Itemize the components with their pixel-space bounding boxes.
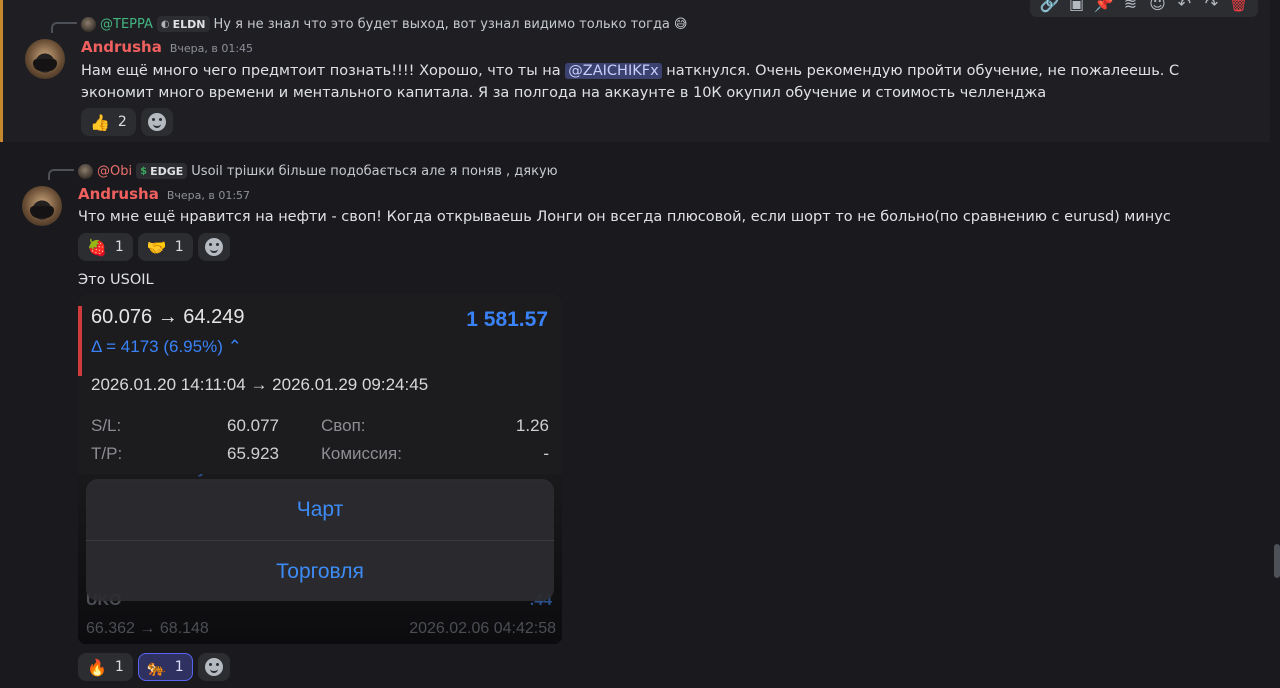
attachment-reactions-bar: 🔥 1 🐅 1 bbox=[78, 653, 230, 681]
reaction-handshake[interactable]: 🤝 1 bbox=[137, 233, 193, 261]
guild-tag[interactable]: $ EDGE bbox=[136, 163, 188, 179]
user-mention[interactable]: @ZAICHIKFx bbox=[565, 63, 662, 79]
handshake-emoji: 🤝 bbox=[146, 237, 167, 257]
link-icon[interactable]: 🔗 bbox=[1039, 0, 1061, 15]
swap-value: 1.26 bbox=[515, 416, 549, 435]
add-reaction-button[interactable] bbox=[140, 108, 173, 136]
reply-username[interactable]: @TEPPA bbox=[100, 17, 153, 32]
add-reaction-icon[interactable]: ☺ bbox=[1147, 0, 1169, 15]
add-reaction-icon bbox=[204, 238, 223, 256]
pin-icon[interactable]: 📌 bbox=[1093, 0, 1115, 15]
timestamp[interactable]: Вчера, в 01:57 bbox=[167, 189, 250, 202]
author-name[interactable]: Andrusha bbox=[78, 185, 159, 203]
delete-icon[interactable]: 🗑 bbox=[1228, 0, 1250, 15]
thread-icon[interactable]: ▣ bbox=[1066, 0, 1088, 15]
sl-label: S/L: bbox=[91, 416, 122, 435]
reply-username[interactable]: @Obi bbox=[97, 164, 132, 179]
swap-label: Своп: bbox=[321, 416, 366, 435]
message-header: Andrusha Вчера, в 01:57 bbox=[78, 185, 250, 203]
tiger-emoji: 🐅 bbox=[146, 657, 167, 677]
tp-commission-row: T/P: 65.923 Комиссия: - bbox=[91, 444, 549, 464]
add-reaction-icon bbox=[204, 658, 223, 676]
apps-icon[interactable]: ≋ bbox=[1120, 0, 1142, 15]
context-menu: Чарт Торговля bbox=[86, 479, 554, 601]
forward-icon[interactable]: ↷ bbox=[1201, 0, 1223, 15]
reaction-count: 1 bbox=[174, 659, 184, 675]
strawberry-emoji: 🍓 bbox=[87, 237, 107, 257]
reaction-count: 1 bbox=[114, 659, 124, 675]
reply-emoji: 😅 bbox=[673, 16, 688, 32]
guild-tag-label: EDGE bbox=[150, 164, 184, 178]
guild-tag-label: ELDN bbox=[172, 17, 206, 31]
timestamp[interactable]: Вчера, в 01:45 bbox=[170, 42, 253, 55]
tag-edge-icon: $ bbox=[140, 165, 148, 177]
author-avatar[interactable] bbox=[25, 39, 65, 79]
add-reaction-button[interactable] bbox=[197, 233, 230, 261]
menu-item-trade: Торговля bbox=[276, 559, 364, 583]
reaction-count: 1 bbox=[174, 239, 184, 255]
tag-moon-icon: ◐ bbox=[160, 18, 170, 30]
menu-item-chart: Чарт bbox=[296, 497, 344, 521]
fire-emoji: 🔥 bbox=[87, 657, 107, 677]
reply-connector bbox=[51, 22, 77, 33]
reply-icon[interactable]: ↶ bbox=[1174, 0, 1196, 15]
trade-dates: 2026.01.20 14:11:04 → 2026.01.29 09:24:4… bbox=[91, 375, 429, 394]
price-range: 60.076 → 64.249 bbox=[91, 306, 245, 328]
message-text-caption: Это USOIL bbox=[78, 272, 154, 288]
sl-swap-row: S/L: 60.077 Своп: 1.26 bbox=[91, 416, 549, 436]
reaction-thumbs-up[interactable]: 👍 2 bbox=[81, 108, 136, 136]
trade-details-card: 60.076 → 64.249 1 581.57 Δ = 4173 (6.95%… bbox=[78, 294, 562, 474]
commission-label: Комиссия: bbox=[321, 444, 402, 463]
reactions-bar: 🍓 1 🤝 1 bbox=[78, 233, 230, 261]
author-name[interactable]: Andrusha bbox=[81, 38, 162, 56]
reply-preview[interactable]: @TEPPA ◐ ELDN Ну я не знал что это будет … bbox=[81, 15, 687, 33]
commission-value: - bbox=[543, 444, 549, 463]
guild-tag[interactable]: ◐ ELDN bbox=[156, 16, 210, 32]
message-header: Andrusha Вчера, в 01:45 bbox=[81, 38, 253, 56]
message[interactable]: @Obi $ EDGE Usoil трішки більше подобаєть… bbox=[0, 150, 1270, 688]
author-avatar[interactable] bbox=[22, 186, 62, 226]
add-reaction-button[interactable] bbox=[197, 653, 230, 681]
bg-range-bottom: 66.362 → 68.148 bbox=[86, 620, 209, 637]
bg-date-bottom: 2026.02.06 04:42:58 bbox=[409, 620, 556, 637]
message-highlighted[interactable]: @TEPPA ◐ ELDN Ну я не знал что это будет … bbox=[0, 0, 1270, 142]
reply-connector bbox=[48, 169, 74, 180]
reaction-fire[interactable]: 🔥 1 bbox=[78, 653, 133, 681]
scrollbar-thumb[interactable] bbox=[1274, 544, 1280, 578]
reaction-count: 1 bbox=[114, 239, 124, 255]
message-text-part1: Нам ещё много чего предмтоит познать!!!!… bbox=[81, 63, 561, 79]
reaction-count: 2 bbox=[117, 114, 127, 130]
reply-avatar bbox=[78, 163, 93, 179]
message-text: Что мне ещё нравится на нефти - своп! Ко… bbox=[78, 209, 1171, 225]
message-toolbar: 🔗 ▣ 📌 ≋ ☺ ↶ ↷ 🗑 bbox=[1029, 0, 1259, 18]
message-content: Нам ещё много чего предмтоит познать!!!!… bbox=[81, 60, 1241, 104]
thumbs-up-emoji: 👍 bbox=[90, 112, 110, 132]
chat-messages: @TEPPA ◐ ELDN Ну я не знал что это будет … bbox=[0, 0, 1280, 688]
reaction-tiger[interactable]: 🐅 1 bbox=[137, 653, 193, 681]
reaction-strawberry[interactable]: 🍓 1 bbox=[78, 233, 133, 261]
trade-profit: 1 581.57 bbox=[466, 308, 548, 331]
reply-text: Ну я не знал что это будет выход, вот уз… bbox=[213, 16, 670, 32]
reply-preview[interactable]: @Obi $ EDGE Usoil трішки більше подобаєть… bbox=[78, 162, 558, 180]
reactions-bar: 👍 2 bbox=[81, 108, 173, 136]
price-delta: Δ = 4173 (6.95%) ⌃ bbox=[91, 337, 242, 356]
reply-text: Usoil трішки більше подобається але я по… bbox=[191, 163, 558, 179]
tp-label: T/P: bbox=[91, 444, 123, 463]
add-reaction-icon bbox=[147, 113, 166, 131]
reply-avatar bbox=[81, 16, 96, 32]
image-attachment[interactable]: USOIL.cash buy 0.27 320.31 UKO .44 66.36… bbox=[78, 294, 562, 644]
tp-value: 65.923 bbox=[227, 444, 279, 463]
sl-value: 60.077 bbox=[227, 416, 279, 435]
